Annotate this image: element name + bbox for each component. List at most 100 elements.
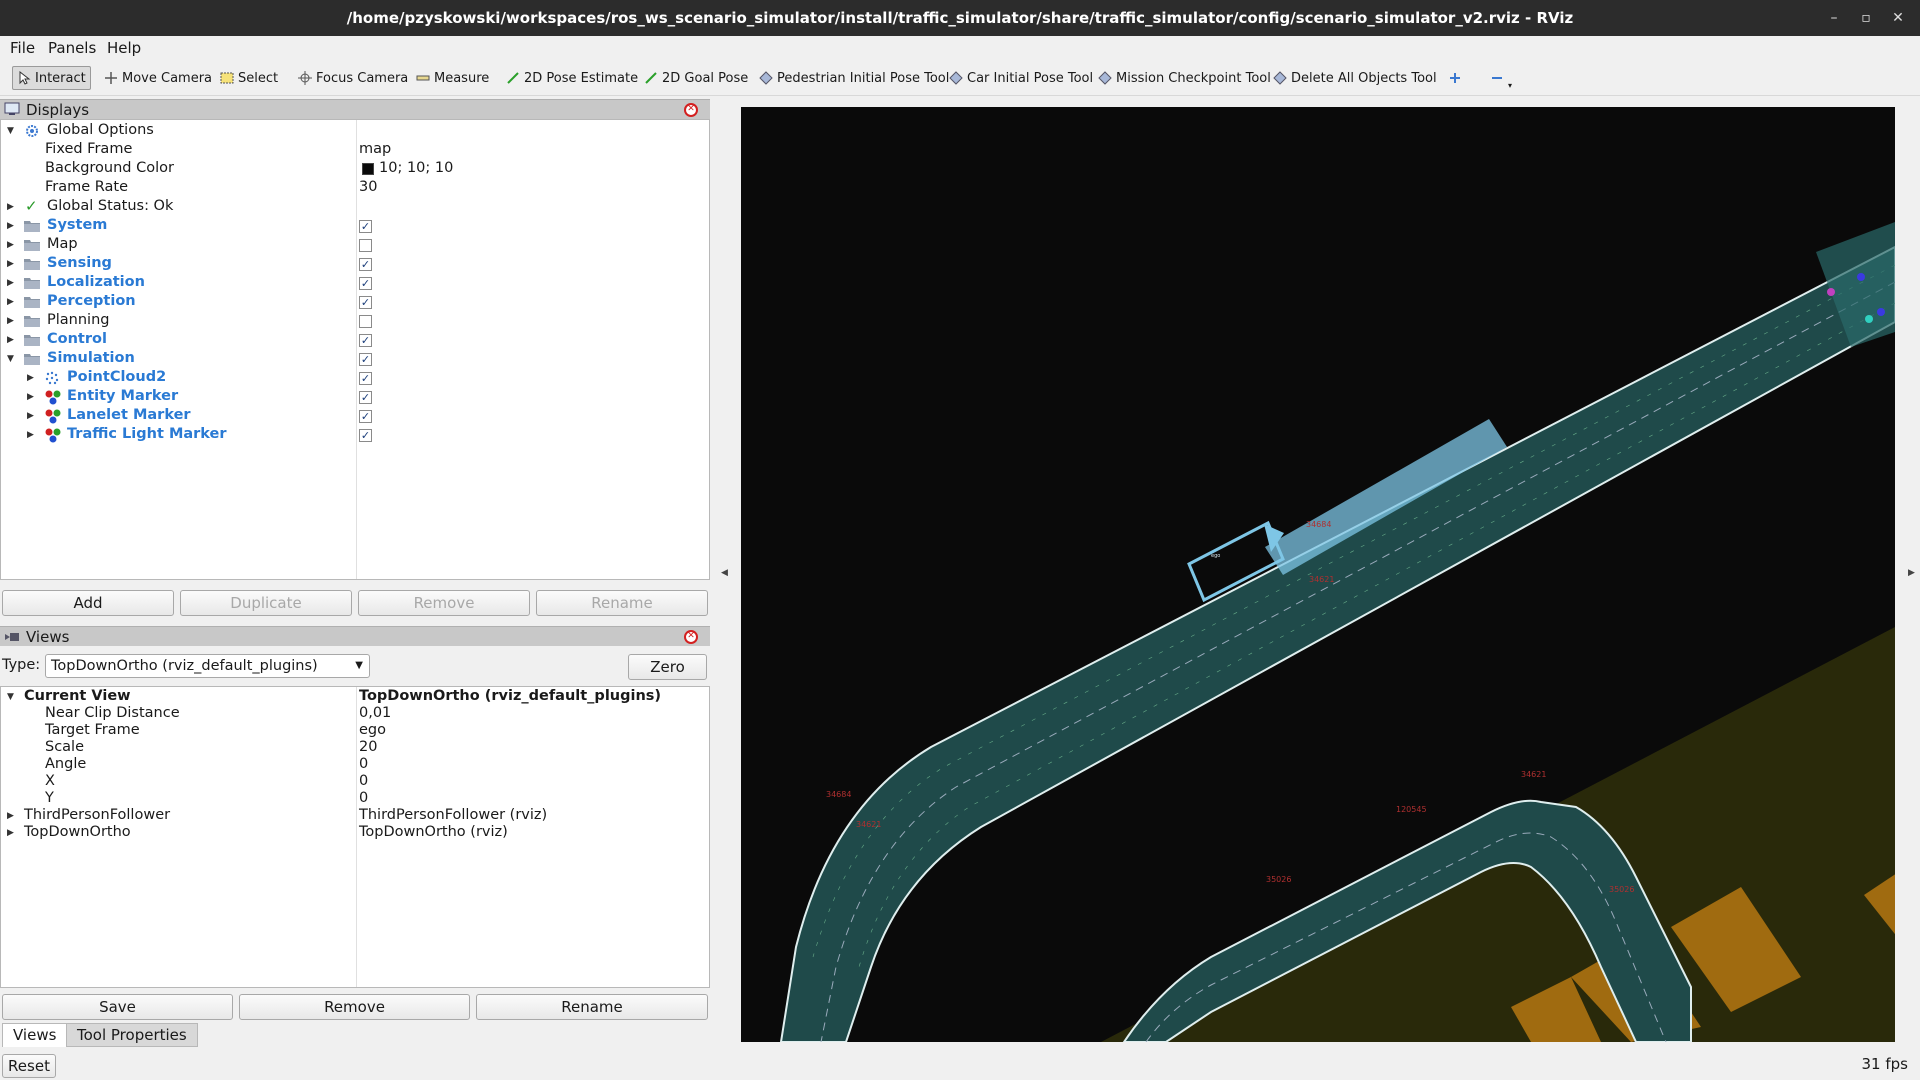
displays-close-icon[interactable]: ✕ — [684, 103, 698, 117]
focus-camera-tool-button[interactable]: Focus Camera — [294, 66, 412, 90]
global-options-label: Global Options — [47, 122, 154, 138]
display-item-control[interactable]: ▶ Control ✓ — [1, 331, 709, 350]
display-enabled-checkbox[interactable]: ✓ — [359, 410, 372, 423]
view-property-value[interactable]: 20 — [359, 739, 377, 755]
close-icon[interactable]: ✕ — [1888, 8, 1908, 28]
view-property-value[interactable]: 0 — [359, 756, 368, 772]
pose-estimate-tool-button[interactable]: 2D Pose Estimate — [502, 66, 642, 90]
collapsed-arrow-icon[interactable]: ▶ — [7, 811, 15, 821]
color-swatch[interactable] — [362, 163, 374, 175]
interact-tool-button[interactable]: Interact — [12, 66, 91, 90]
display-item-localization[interactable]: ▶ Localization ✓ — [1, 274, 709, 293]
collapsed-arrow-icon[interactable]: ▶ — [27, 430, 35, 440]
display-enabled-checkbox[interactable]: ✓ — [359, 258, 372, 271]
collapsed-arrow-icon[interactable]: ▶ — [27, 392, 35, 402]
collapsed-arrow-icon[interactable]: ▶ — [7, 335, 15, 345]
display-item-system[interactable]: ▶ System ✓ — [1, 217, 709, 236]
folder-icon — [24, 297, 40, 308]
save-view-button[interactable]: Save — [2, 994, 233, 1020]
menu-help[interactable]: Help — [107, 39, 141, 57]
rename-display-button[interactable]: Rename — [536, 590, 708, 616]
topdown-row[interactable]: ▶ TopDownOrtho TopDownOrtho (rviz) — [1, 824, 709, 843]
goal-pose-tool-button[interactable]: 2D Goal Pose — [640, 66, 752, 90]
display-enabled-checkbox[interactable]: ✓ — [359, 220, 372, 233]
display-item-map[interactable]: ▶ Map — [1, 236, 709, 255]
collapsed-arrow-icon[interactable]: ▶ — [27, 373, 35, 383]
collapsed-arrow-icon[interactable]: ▶ — [7, 278, 15, 288]
frame-rate-value[interactable]: 30 — [359, 179, 377, 195]
remove-tool-button[interactable]: ▾ — [1486, 66, 1516, 90]
move-camera-tool-label: Move Camera — [122, 70, 213, 86]
collapsed-arrow-icon[interactable]: ▶ — [7, 297, 15, 307]
display-enabled-checkbox[interactable]: ✓ — [359, 334, 372, 347]
collapsed-arrow-icon[interactable]: ▶ — [27, 411, 35, 421]
collapsed-arrow-icon[interactable]: ▶ — [7, 202, 15, 212]
pose-estimate-tool-label: 2D Pose Estimate — [524, 70, 639, 86]
display-enabled-checkbox[interactable]: ✓ — [359, 372, 372, 385]
minimize-icon[interactable]: – — [1824, 8, 1844, 28]
remove-view-button[interactable]: Remove — [239, 994, 470, 1020]
simulation-child-item[interactable]: ▶ Lanelet Marker ✓ — [1, 407, 709, 426]
expanded-arrow-icon[interactable]: ▼ — [7, 126, 15, 136]
fixed-frame-row[interactable]: Fixed Frame map — [1, 141, 709, 160]
fixed-frame-value[interactable]: map — [359, 141, 391, 157]
view-property-value[interactable]: ego — [359, 722, 386, 738]
collapsed-arrow-icon[interactable]: ▶ — [7, 828, 15, 838]
menu-panels[interactable]: Panels — [48, 39, 96, 57]
expanded-arrow-icon[interactable]: ▼ — [7, 692, 15, 702]
mission-checkpoint-tool-button[interactable]: Mission Checkpoint Tool — [1094, 66, 1275, 90]
display-enabled-checkbox[interactable] — [359, 315, 372, 328]
car-pose-tool-button[interactable]: Car Initial Pose Tool — [945, 66, 1097, 90]
global-status-row[interactable]: ▶ ✓ Global Status: Ok — [1, 197, 709, 217]
lanelet-id: 34621 — [1309, 575, 1334, 584]
dropdown-arrow-icon: ▾ — [1508, 80, 1513, 90]
rename-view-button[interactable]: Rename — [476, 994, 708, 1020]
add-tool-button[interactable] — [1444, 66, 1466, 90]
display-enabled-checkbox[interactable]: ✓ — [359, 429, 372, 442]
collapse-left-icon[interactable]: ◀ — [721, 568, 728, 578]
view-property-value[interactable]: 0,01 — [359, 705, 391, 721]
simulation-child-item[interactable]: ▶ Entity Marker ✓ — [1, 388, 709, 407]
remove-display-button[interactable]: Remove — [358, 590, 530, 616]
move-camera-tool-button[interactable]: Move Camera — [100, 66, 216, 90]
global-options-row[interactable]: ▼ Global Options — [1, 122, 709, 141]
select-tool-button[interactable]: Select — [216, 66, 282, 90]
display-enabled-checkbox[interactable] — [359, 239, 372, 252]
display-item-simulation[interactable]: ▼ Simulation ✓ — [1, 350, 709, 369]
view-type-select[interactable]: TopDownOrtho (rviz_default_plugins) ▼ — [45, 654, 370, 678]
display-enabled-checkbox[interactable]: ✓ — [359, 391, 372, 404]
maximize-icon[interactable]: ▫ — [1856, 8, 1876, 28]
tab-views[interactable]: Views — [2, 1023, 68, 1047]
collapsed-arrow-icon[interactable]: ▶ — [7, 240, 15, 250]
add-button[interactable]: Add — [2, 590, 174, 616]
menu-file[interactable]: File — [10, 39, 35, 57]
collapsed-arrow-icon[interactable]: ▶ — [7, 221, 15, 231]
background-color-row[interactable]: Background Color 10; 10; 10 — [1, 160, 709, 179]
render-viewport[interactable]: 34684 34621 34684 34621 120545 34621 350… — [741, 107, 1895, 1042]
frame-rate-row[interactable]: Frame Rate 30 — [1, 179, 709, 198]
collapsed-arrow-icon[interactable]: ▶ — [7, 259, 15, 269]
expanded-arrow-icon[interactable]: ▼ — [7, 354, 15, 364]
display-item-perception[interactable]: ▶ Perception ✓ — [1, 293, 709, 312]
tab-tool-properties[interactable]: Tool Properties — [66, 1023, 198, 1047]
simulation-child-item[interactable]: ▶ PointCloud2 ✓ — [1, 369, 709, 388]
views-close-icon[interactable]: ✕ — [684, 630, 698, 644]
reset-button[interactable]: Reset — [2, 1054, 56, 1078]
view-property-value[interactable]: 0 — [359, 773, 368, 789]
measure-tool-button[interactable]: Measure — [412, 66, 493, 90]
display-item-planning[interactable]: ▶ Planning — [1, 312, 709, 331]
collapse-right-icon[interactable]: ▶ — [1908, 568, 1915, 578]
display-enabled-checkbox[interactable]: ✓ — [359, 277, 372, 290]
view-property-value[interactable]: 0 — [359, 790, 368, 806]
views-panel-header: Views ✕ — [0, 626, 710, 646]
duplicate-button[interactable]: Duplicate — [180, 590, 352, 616]
zero-button[interactable]: Zero — [628, 654, 707, 680]
display-enabled-checkbox[interactable]: ✓ — [359, 353, 372, 366]
display-item-sensing[interactable]: ▶ Sensing ✓ — [1, 255, 709, 274]
background-color-value[interactable]: 10; 10; 10 — [379, 160, 453, 176]
collapsed-arrow-icon[interactable]: ▶ — [7, 316, 15, 326]
delete-all-tool-button[interactable]: Delete All Objects Tool — [1269, 66, 1441, 90]
pedestrian-pose-tool-button[interactable]: Pedestrian Initial Pose Tool — [755, 66, 953, 90]
simulation-child-item[interactable]: ▶ Traffic Light Marker ✓ — [1, 426, 709, 445]
display-enabled-checkbox[interactable]: ✓ — [359, 296, 372, 309]
